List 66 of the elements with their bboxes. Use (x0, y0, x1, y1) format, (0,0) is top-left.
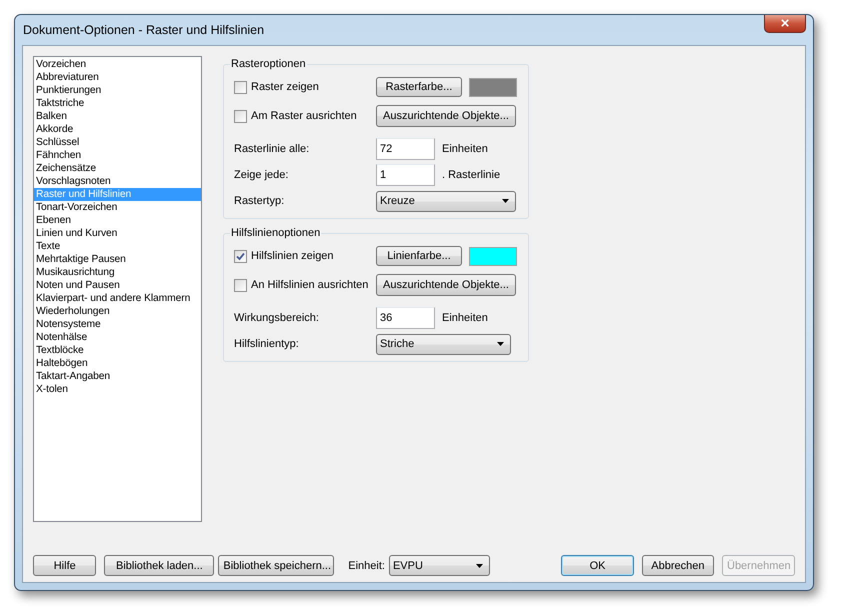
category-item[interactable]: Schlüssel (34, 136, 201, 149)
dialog-button[interactable]: OK (561, 555, 634, 576)
category-item[interactable]: Linien und Kurven (34, 227, 201, 240)
field-label: Rastertyp: (234, 195, 284, 207)
category-item[interactable]: Zeichensätze (34, 162, 201, 175)
field-label: Zeige jede: (234, 169, 288, 181)
dialog-button[interactable]: Abbrechen (642, 555, 714, 576)
category-item[interactable]: Akkorde (34, 123, 201, 136)
category-item[interactable]: Ebenen (34, 214, 201, 227)
dropdown-arrow-icon (497, 342, 504, 346)
dropdown-arrow-icon (476, 564, 484, 568)
close-button[interactable]: × (764, 15, 806, 33)
category-item[interactable]: Wiederholungen (34, 305, 201, 318)
category-item[interactable]: Texte (34, 240, 201, 253)
checkbox[interactable] (234, 278, 247, 292)
snap-objects-button[interactable]: Auszurichtende Objekte... (376, 274, 516, 296)
category-item[interactable]: Textblöcke (34, 344, 201, 357)
unit-label: . Rasterlinie (442, 169, 500, 181)
category-item[interactable]: Notensysteme (34, 318, 201, 331)
category-item[interactable]: Vorschlagsnoten (34, 175, 201, 188)
number-field[interactable]: 36 (376, 307, 435, 329)
checkbox[interactable] (234, 80, 247, 94)
checkbox[interactable] (234, 110, 247, 122)
dialog-button[interactable]: Hilfe (33, 555, 96, 576)
unit-dropdown[interactable]: EVPU (388, 555, 490, 576)
checkbox[interactable] (234, 250, 247, 262)
category-item[interactable]: Punktierungen (34, 84, 201, 97)
category-item[interactable]: Vorzeichen (34, 58, 201, 71)
field-label: Rasterlinie alle: (234, 143, 310, 155)
number-field[interactable]: 72 (376, 138, 435, 160)
checkbox-label: Raster zeigen (251, 81, 319, 93)
color-button[interactable]: Rasterfarbe... (376, 77, 462, 97)
category-item[interactable]: Notenhälse (34, 331, 201, 344)
category-item[interactable]: Noten und Pausen (34, 279, 201, 292)
snap-objects-button[interactable]: Auszurichtende Objekte... (376, 105, 516, 127)
category-item[interactable]: X-tolen (34, 383, 201, 396)
category-item[interactable]: Tonart-Vorzeichen (34, 201, 201, 214)
category-item[interactable]: Klavierpart- und andere Klammern (34, 292, 201, 305)
type-dropdown[interactable]: Kreuze (376, 190, 516, 212)
checkbox-label: Hilfslinien zeigen (251, 250, 334, 262)
category-item[interactable]: Musikausrichtung (34, 266, 201, 279)
category-item[interactable]: Haltebögen (34, 357, 201, 370)
color-button[interactable]: Linienfarbe... (376, 246, 462, 266)
checkbox-label: An Hilfslinien ausrichten (251, 279, 368, 291)
unit-label: Einheiten (442, 312, 488, 324)
unit-label: Einheiten (442, 143, 488, 155)
color-swatch[interactable] (469, 78, 517, 96)
color-swatch[interactable] (469, 246, 517, 266)
number-field[interactable]: 1 (376, 164, 435, 186)
field-label: Hilfslinientyp: (234, 338, 299, 350)
unit-label: Einheit: (348, 560, 385, 572)
checkbox-label: Am Raster ausrichten (251, 110, 357, 122)
window-title: Dokument-Optionen - Raster und Hilfslinien (23, 23, 264, 37)
category-item[interactable]: Taktstriche (34, 97, 201, 110)
group-title: Rasteroptionen (230, 58, 307, 70)
dropdown-arrow-icon (502, 199, 509, 203)
dialog-button[interactable]: Bibliothek laden... (104, 555, 214, 576)
type-dropdown[interactable]: Striche (376, 334, 511, 354)
category-item[interactable]: Fähnchen (34, 149, 201, 162)
category-item[interactable]: Balken (34, 110, 201, 123)
field-label: Wirkungsbereich: (234, 312, 319, 324)
category-item[interactable]: Taktart-Angaben (34, 370, 201, 383)
category-item[interactable]: Abbreviaturen (34, 71, 201, 84)
dialog-button[interactable]: Bibliothek speichern... (218, 555, 334, 576)
category-item[interactable]: Mehrtaktige Pausen (34, 253, 201, 266)
group-title: Hilfslinienoptionen (230, 227, 322, 239)
